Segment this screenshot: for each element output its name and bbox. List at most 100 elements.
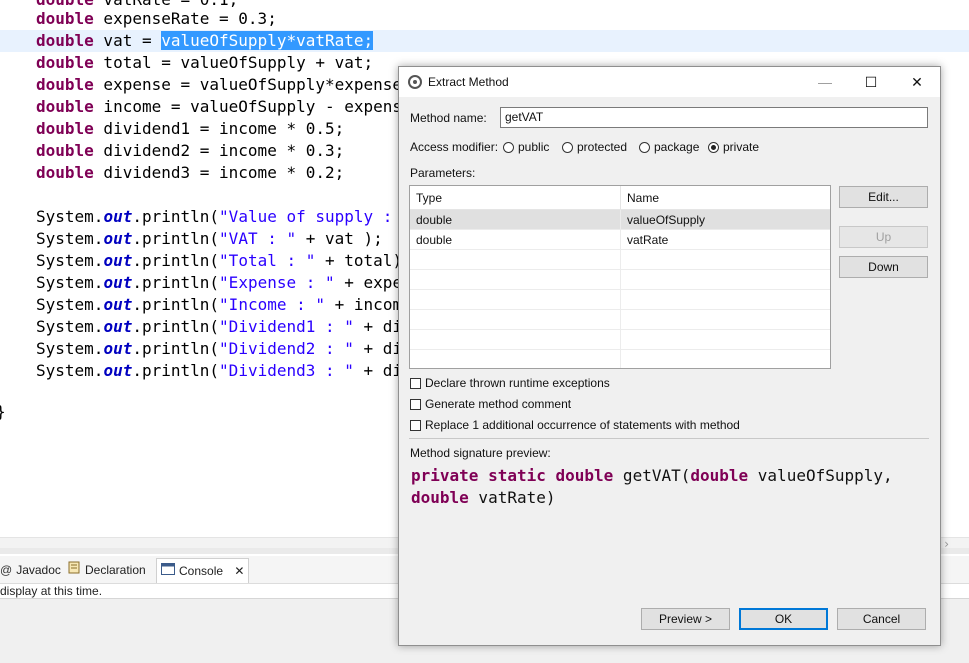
radio-public[interactable]: public — [503, 139, 549, 155]
signature-preview-label: Method signature preview: — [410, 446, 551, 460]
down-button[interactable]: Down — [839, 256, 928, 278]
keyword: double — [690, 466, 749, 485]
edit-button[interactable]: Edit... — [839, 186, 928, 208]
code-text: .println( — [132, 207, 220, 226]
cell-type: double — [410, 210, 621, 230]
code-text: dividend3 = income * 0.2; — [93, 163, 345, 182]
checkbox-declare-exceptions[interactable]: Declare thrown runtime exceptions — [410, 375, 610, 391]
static-field: out — [103, 207, 133, 226]
code-text: + vat ); — [296, 229, 383, 248]
code-text: .println( — [132, 295, 220, 314]
code-text: valueOfSupply, — [748, 466, 893, 485]
code-text: System. — [36, 361, 104, 380]
string-literal: "Expense : " — [219, 273, 335, 292]
access-modifier-label: Access modifier: — [410, 140, 499, 154]
keyword: double — [36, 97, 94, 116]
radio-protected[interactable]: protected — [562, 139, 627, 155]
checkbox-label: Replace 1 additional occurrence of state… — [425, 418, 740, 432]
method-name-input[interactable]: getVAT — [500, 107, 928, 128]
signature-preview: private static double getVAT(double valu… — [411, 465, 931, 509]
table-row[interactable]: double vatRate — [410, 230, 830, 250]
checkbox-replace-occurrences[interactable]: Replace 1 additional occurrence of state… — [410, 417, 740, 433]
dialog-titlebar[interactable]: Extract Method — ☐ ✕ — [399, 67, 940, 97]
table-row[interactable]: double valueOfSupply — [410, 210, 830, 230]
chevron-right-icon[interactable]: › — [944, 537, 949, 548]
column-header-type[interactable]: Type — [410, 186, 621, 210]
keyword: double — [36, 75, 94, 94]
extract-method-dialog: Extract Method — ☐ ✕ Method name: getVAT… — [398, 66, 941, 646]
tab-javadoc[interactable]: @ Javadoc — [0, 560, 61, 580]
table-row-empty — [410, 310, 830, 330]
static-field: out — [103, 361, 133, 380]
checkbox-icon — [410, 377, 421, 389]
code-line[interactable]: double expenseRate = 0.3; — [0, 8, 969, 30]
tab-label: Javadoc — [16, 563, 61, 577]
static-field: out — [103, 317, 133, 336]
eclipse-icon — [408, 75, 422, 89]
keyword: double — [36, 119, 94, 138]
string-literal: "Dividend1 : " — [219, 317, 354, 336]
code-text: .println( — [132, 339, 220, 358]
ok-button[interactable]: OK — [739, 608, 828, 630]
code-text: System. — [36, 317, 104, 336]
code-line-current[interactable]: double vat = valueOfSupply*vatRate; — [0, 30, 969, 52]
string-literal: "Value of supply : " — [219, 207, 412, 226]
column-header-name[interactable]: Name — [621, 186, 830, 210]
code-text: expenseRate = 0.3; — [93, 9, 277, 28]
string-literal: "Dividend3 : " — [219, 361, 354, 380]
up-button[interactable]: Up — [839, 226, 928, 248]
console-icon — [161, 559, 175, 583]
parameters-table[interactable]: Type Name double valueOfSupply double va… — [409, 185, 831, 369]
string-literal: "Income : " — [219, 295, 326, 314]
tab-label: Console — [179, 564, 224, 578]
close-icon[interactable]: ✕ — [234, 564, 244, 578]
code-text: System. — [36, 229, 104, 248]
tab-console[interactable]: Console ✕ — [156, 558, 250, 583]
keyword: double — [36, 53, 94, 72]
method-name-label: Method name: — [410, 111, 487, 125]
cancel-button[interactable]: Cancel — [837, 608, 926, 630]
cell-name: vatRate — [627, 233, 669, 247]
static-field: out — [103, 229, 133, 248]
code-text: System. — [36, 295, 104, 314]
code-text: .println( — [132, 251, 220, 270]
code-text: vat = — [93, 31, 162, 50]
preview-button[interactable]: Preview > — [641, 608, 730, 630]
radio-private[interactable]: private — [708, 139, 759, 155]
static-field: out — [103, 295, 133, 314]
maximize-button[interactable]: ☐ — [848, 67, 894, 97]
keyword: double — [36, 163, 94, 182]
radio-label: private — [723, 140, 760, 154]
close-button[interactable]: ✕ — [894, 67, 940, 97]
code-text: .println( — [132, 317, 220, 336]
code-text: income = valueOfSupply - expense; — [93, 97, 422, 116]
radio-selected-icon — [708, 141, 719, 153]
cell-type: double — [410, 230, 621, 250]
code-text: expense = valueOfSupply*expenseRate; — [93, 75, 451, 94]
keyword: double — [36, 9, 94, 28]
radio-package[interactable]: package — [639, 139, 699, 155]
code-text: System. — [36, 273, 104, 292]
keyword: double — [411, 488, 469, 507]
code-text: .println( — [132, 273, 220, 292]
selected-code[interactable]: valueOfSupply*vatRate; — [161, 31, 374, 50]
dialog-title: Extract Method — [428, 75, 509, 89]
code-text: vatRate) — [468, 488, 556, 507]
static-field: out — [103, 339, 133, 358]
static-field: out — [103, 251, 133, 270]
code-text: .println( — [132, 229, 220, 248]
tab-label: Declaration — [85, 563, 146, 577]
string-literal: "Dividend2 : " — [219, 339, 354, 358]
minimize-button[interactable]: — — [802, 67, 848, 97]
table-row-empty — [410, 350, 830, 368]
radio-label: public — [518, 140, 550, 154]
string-literal: "VAT : " — [219, 229, 297, 248]
code-text: dividend2 = income * 0.3; — [93, 141, 345, 160]
checkbox-generate-comment[interactable]: Generate method comment — [410, 396, 571, 412]
static-field: out — [103, 273, 133, 292]
tab-declaration[interactable]: Declaration — [68, 560, 146, 580]
radio-label: protected — [577, 140, 628, 154]
table-row-empty — [410, 330, 830, 350]
keyword: private static double — [411, 466, 614, 485]
code-text: getVAT( — [613, 466, 691, 485]
